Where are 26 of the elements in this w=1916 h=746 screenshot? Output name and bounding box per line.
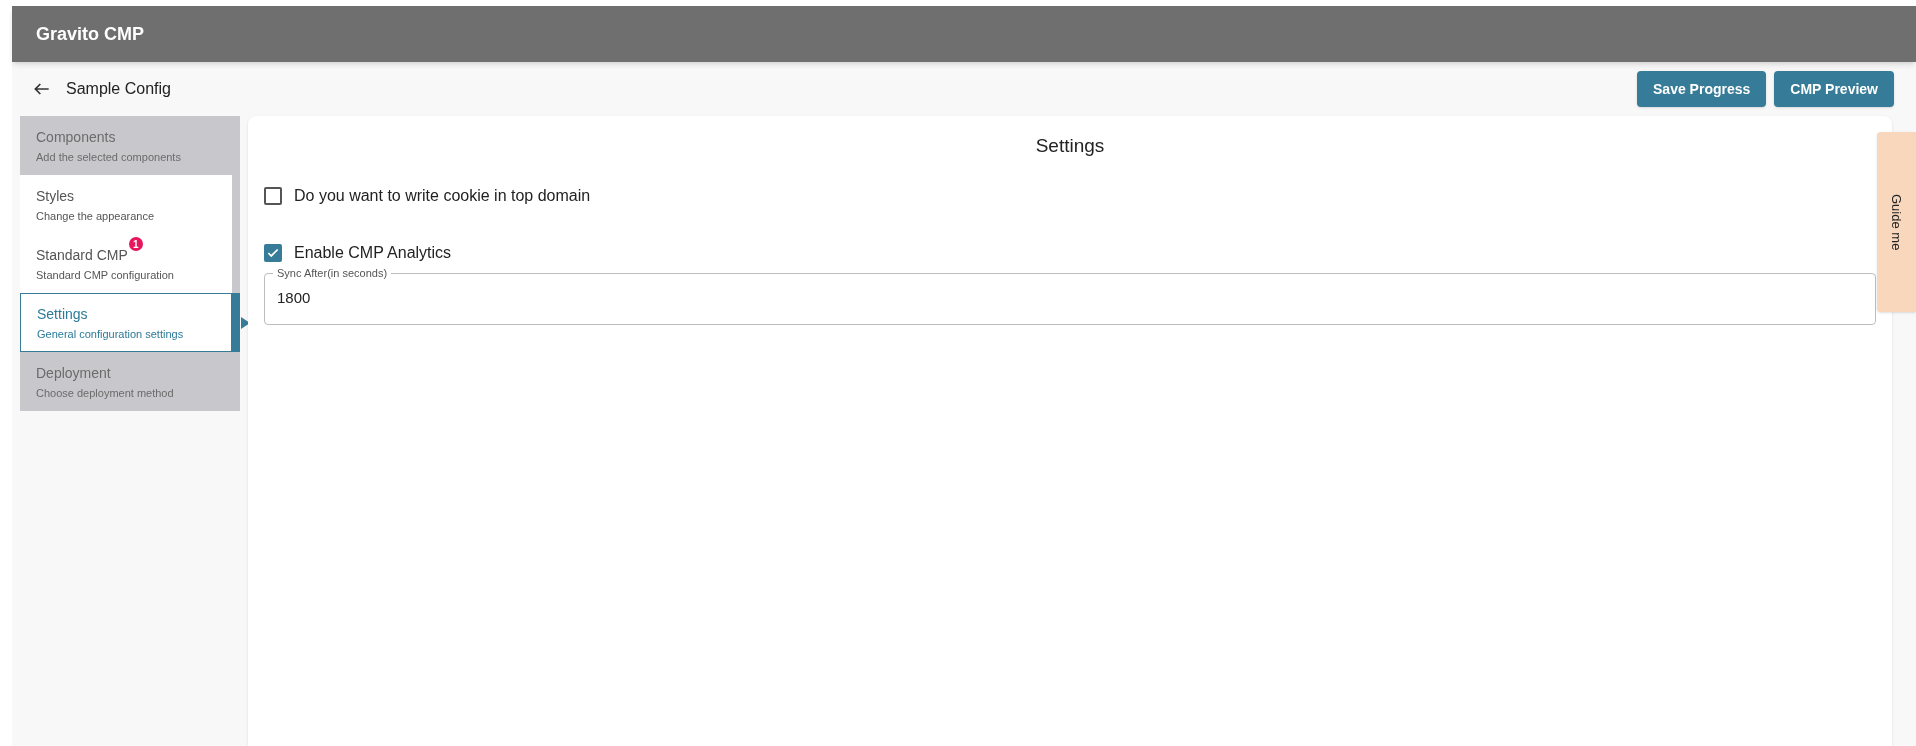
sidebar-item[interactable]: Settings General configuration settings (20, 293, 232, 352)
action-button[interactable]: CMP Preview (1774, 71, 1894, 107)
checkbox-label: Enable CMP Analytics (294, 242, 452, 263)
page-title: Sample Config (66, 79, 171, 99)
item-subtitle: Choose deployment method (36, 386, 175, 402)
guide-me-tab[interactable]: Guide me (1877, 132, 1916, 312)
action-button[interactable]: Save Progress (1637, 71, 1767, 107)
checkbox-label: Do you want to write cookie in top domain (294, 185, 591, 206)
item-title: Deployment (36, 365, 111, 382)
checkbox[interactable] (264, 243, 282, 262)
item-subtitle: Add the selected components (36, 150, 182, 166)
item-title: Settings (37, 306, 88, 323)
item-title: Styles (36, 188, 75, 205)
item-subtitle: General configuration settings (37, 327, 185, 343)
pointer-icon (241, 317, 250, 329)
sidebar-item[interactable]: Styles Change the appearance (20, 175, 232, 234)
item-title: Standard CMP (36, 247, 128, 264)
item-subtitle: Change the appearance (36, 209, 156, 225)
notification-badge: 1 (128, 237, 143, 252)
app-title: Gravito CMP (36, 22, 145, 46)
checkbox[interactable] (264, 186, 282, 205)
field-value: 1800 (277, 288, 311, 309)
item-title: Components (36, 129, 116, 146)
sidebar-item[interactable]: Standard CMP 1 Standard CMP configuration (20, 234, 232, 293)
card-title: Settings (1034, 134, 1106, 158)
item-subtitle: Standard CMP configuration (36, 268, 175, 284)
